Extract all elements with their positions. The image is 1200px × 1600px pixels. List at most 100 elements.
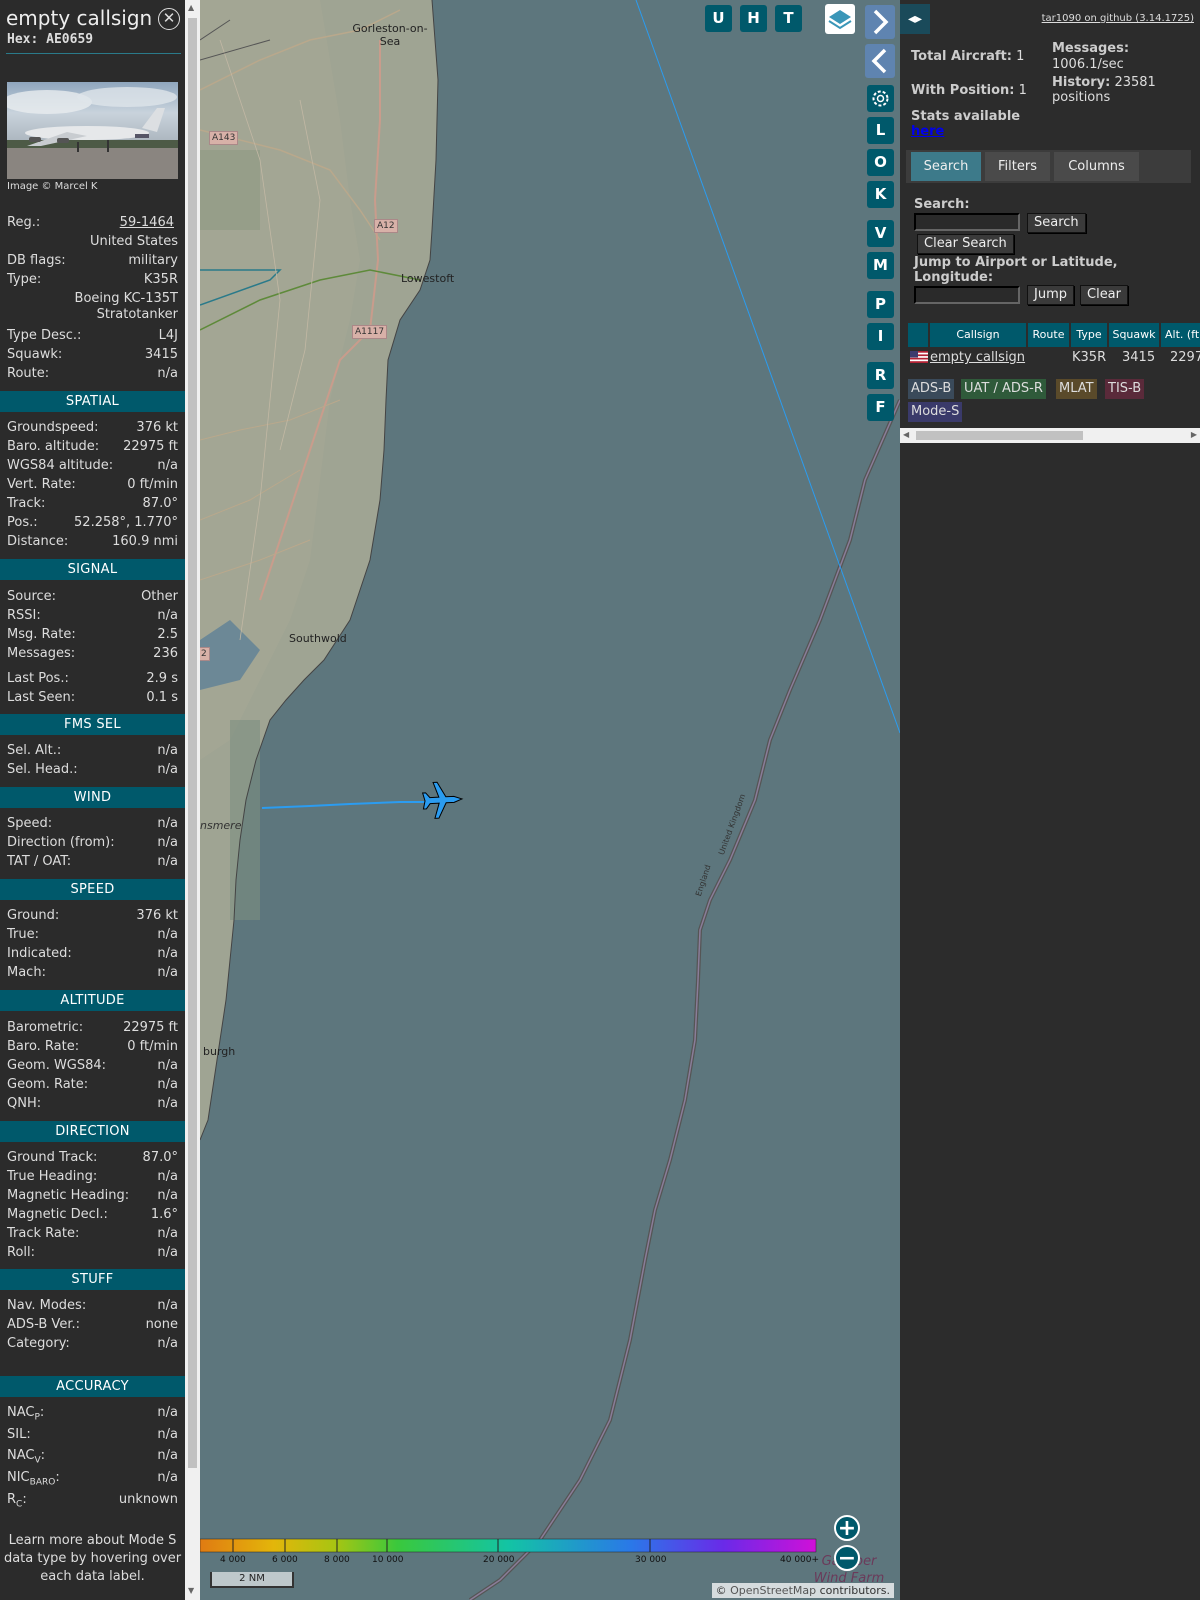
info-label: Baro. altitude: [7, 439, 100, 454]
photo-credit: Image © Marcel K [7, 181, 98, 192]
info-value: 22975 ft [123, 1020, 178, 1035]
table-horizontal-scrollbar[interactable]: ◀ ▶ [900, 428, 1200, 443]
p-button[interactable]: P [867, 291, 894, 318]
info-label-main: R [7, 1492, 17, 1507]
badge-adsb: ADS-B [908, 379, 955, 399]
info-row: RC: unknown [7, 1492, 178, 1510]
zoom-out-button[interactable]: − [834, 1545, 860, 1571]
toggle-sidebar-button[interactable]: ◂▸ [900, 4, 930, 34]
stat-value: 1006.1/sec [1052, 57, 1124, 72]
tab-search[interactable]: Search [911, 152, 981, 181]
total-aircraft-stat: Total Aircraft: 1 [911, 49, 1024, 64]
type-label: Type: [7, 272, 42, 287]
clear-search-button[interactable]: Clear Search [917, 234, 1014, 254]
settings-button[interactable] [867, 85, 894, 112]
search-input[interactable] [914, 213, 1020, 231]
scroll-up-icon[interactable]: ▲ [188, 3, 194, 12]
scrollbar-thumb[interactable] [188, 18, 197, 1468]
info-value: n/a [157, 1405, 178, 1420]
expand-right-button[interactable] [865, 5, 895, 39]
info-row: Source: Other [7, 589, 178, 607]
history-stat: History: 23581 positions [1052, 75, 1156, 105]
info-label: Track: [7, 496, 46, 511]
t-button[interactable]: T [775, 5, 802, 32]
u-button[interactable]: U [705, 5, 732, 32]
h-button[interactable]: H [740, 5, 767, 32]
clear-button[interactable]: Clear [1080, 285, 1128, 305]
jump-button[interactable]: Jump [1027, 285, 1074, 305]
reg-link[interactable]: 59-1464 [120, 215, 174, 230]
stat-label: With Position: [911, 83, 1015, 98]
info-value: n/a [157, 762, 178, 777]
section-speed: SPEED [0, 879, 185, 900]
i-button[interactable]: I [867, 323, 894, 350]
v-button[interactable]: V [867, 220, 894, 247]
close-icon[interactable]: ✕ [158, 8, 180, 30]
info-label: Ground Track: [7, 1150, 98, 1165]
map-attribution: © OpenStreetMap contributors. [711, 1583, 894, 1598]
scroll-down-icon[interactable]: ▼ [188, 1586, 194, 1595]
section-direction: DIRECTION [0, 1121, 185, 1142]
info-label: NACP: [7, 1405, 45, 1423]
info-label: Speed: [7, 816, 53, 831]
info-row: Ground: 376 kt [7, 908, 178, 926]
info-label-sub: P [34, 1412, 40, 1423]
info-label: RC: [7, 1492, 27, 1510]
table-header-squawk[interactable]: Squawk [1109, 323, 1159, 347]
info-value: 87.0° [142, 1150, 178, 1165]
info-value: 0 ft/min [127, 1039, 178, 1054]
r-button[interactable]: R [867, 362, 894, 389]
zoom-in-button[interactable]: + [834, 1515, 860, 1541]
table-header-route[interactable]: Route [1028, 323, 1069, 347]
info-value: 1.6° [150, 1207, 178, 1222]
l-button[interactable]: L [867, 117, 894, 144]
scroll-right-icon[interactable]: ▶ [1191, 430, 1197, 439]
jump-input[interactable] [914, 286, 1020, 304]
info-label: Baro. Rate: [7, 1039, 80, 1054]
info-value: n/a [157, 1096, 178, 1111]
aircraft-photo[interactable] [7, 82, 178, 179]
tab-filters[interactable]: Filters [985, 152, 1050, 181]
osm-link[interactable]: OpenStreetMap [730, 1584, 816, 1597]
info-label-sub: C [16, 1499, 23, 1510]
info-label: Sel. Alt.: [7, 743, 62, 758]
table-header-altitude[interactable]: Alt. (ft) [1161, 323, 1200, 347]
db-flags-value: military [128, 253, 178, 268]
info-value: n/a [157, 1470, 178, 1485]
f-button[interactable]: F [867, 394, 894, 421]
k-button[interactable]: K [867, 181, 894, 208]
aircraft-marker-icon[interactable] [420, 778, 464, 822]
road-a1117: A1117 [352, 325, 388, 339]
layers-button[interactable] [825, 4, 855, 34]
info-row: True Heading: n/a [7, 1169, 178, 1187]
collapse-left-button[interactable] [865, 44, 895, 78]
jump-label: Jump to Airport or Latitude, Longitude: [914, 255, 1118, 285]
github-link[interactable]: tar1090 on github (3.14.1725) [1042, 13, 1194, 24]
info-label: Source: [7, 589, 57, 604]
tab-columns[interactable]: Columns [1054, 152, 1139, 181]
row-callsign[interactable]: empty callsign [930, 349, 1025, 367]
us-flag-icon [910, 351, 928, 363]
info-value: 2.9 s [146, 671, 178, 686]
stats-link[interactable]: here [911, 124, 944, 139]
squawk-label: Squawk: [7, 347, 63, 362]
table-header-type[interactable]: Type [1071, 323, 1107, 347]
place-gorleston: Gorleston-on-Sea [352, 22, 428, 48]
info-label: Geom. Rate: [7, 1077, 89, 1092]
info-value: n/a [157, 854, 178, 869]
info-row: ADS-B Ver.: none [7, 1317, 178, 1335]
info-value: 2.5 [157, 627, 178, 642]
search-button[interactable]: Search [1027, 213, 1086, 233]
info-value: n/a [157, 1427, 178, 1442]
left-panel-scrollbar[interactable]: ▲ ▼ [185, 0, 200, 1600]
info-label-main: SIL [7, 1427, 27, 1442]
scrollbar-thumb[interactable] [916, 431, 1083, 440]
map-canvas[interactable]: Gorleston-on-Sea Lowestoft Southwold nsm… [200, 0, 900, 1600]
info-row: Geom. Rate: n/a [7, 1077, 178, 1095]
o-button[interactable]: O [867, 149, 894, 176]
altitude-tick-label: 8 000 [324, 1555, 350, 1565]
info-row: Mach: n/a [7, 965, 178, 983]
table-header-callsign[interactable]: Callsign [930, 323, 1026, 347]
m-button[interactable]: M [867, 252, 894, 279]
scroll-left-icon[interactable]: ◀ [903, 430, 909, 439]
